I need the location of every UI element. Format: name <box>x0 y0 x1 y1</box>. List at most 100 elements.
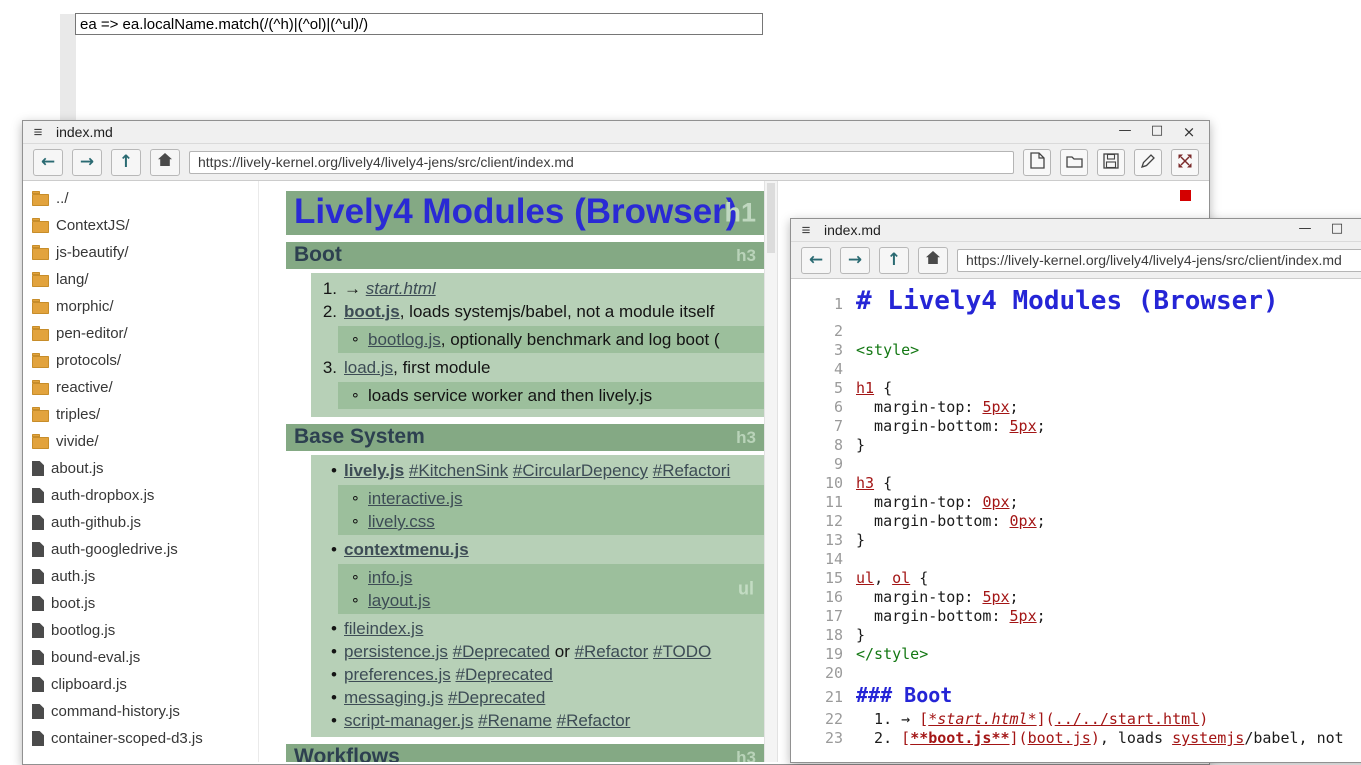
window-menu-icon[interactable]: ≡ <box>797 222 815 239</box>
up-button[interactable]: ↑ <box>879 247 909 274</box>
home-button[interactable] <box>150 149 180 176</box>
editor-line[interactable]: 3<style> <box>799 341 1361 360</box>
editor-line[interactable]: 4 <box>799 360 1361 379</box>
md-link[interactable]: #Deprecated <box>453 642 550 661</box>
editor-line[interactable]: 20 <box>799 664 1361 683</box>
forward-button[interactable]: → <box>72 149 102 176</box>
editor-line[interactable]: 22 1. → [*start.html*](../../start.html) <box>799 710 1361 729</box>
edit-button[interactable] <box>1134 149 1162 176</box>
editor-line[interactable]: 5h1 { <box>799 379 1361 398</box>
save-button[interactable] <box>1097 149 1125 176</box>
folder-item[interactable]: triples/ <box>23 401 258 428</box>
open-folder-button[interactable] <box>1060 149 1088 176</box>
folder-item[interactable]: vivide/ <box>23 428 258 455</box>
window-menu-icon[interactable]: ≡ <box>29 124 47 141</box>
md-link[interactable]: #Refactor <box>575 642 649 661</box>
vertical-scrollbar[interactable] <box>764 181 778 762</box>
file-item[interactable]: about.js <box>23 455 258 482</box>
md-link[interactable]: layout.js <box>368 591 430 610</box>
maximize-button[interactable]: □ <box>1323 221 1351 239</box>
editor-line[interactable]: 1# Lively4 Modules (Browser) <box>799 283 1361 322</box>
back-button[interactable]: ← <box>33 149 63 176</box>
back-button[interactable]: ← <box>801 247 831 274</box>
md-link[interactable]: #TODO <box>653 642 711 661</box>
folder-item[interactable]: pen-editor/ <box>23 320 258 347</box>
file-item[interactable]: command-history.js <box>23 698 258 725</box>
close-button[interactable]: × <box>1355 221 1361 239</box>
editor-line[interactable]: 23 2. [**boot.js**](boot.js), loads syst… <box>799 729 1361 748</box>
folder-item[interactable]: ContextJS/ <box>23 212 258 239</box>
folder-item[interactable]: lang/ <box>23 266 258 293</box>
md-link[interactable]: bootlog.js <box>368 330 441 349</box>
md-link[interactable]: #Refactor <box>557 711 631 730</box>
home-button[interactable] <box>918 247 948 274</box>
md-link[interactable]: contextmenu.js <box>344 540 469 559</box>
editor-line[interactable]: 2 <box>799 322 1361 341</box>
md-link[interactable]: fileindex.js <box>344 619 423 638</box>
editor-line[interactable]: 19</style> <box>799 645 1361 664</box>
md-link[interactable]: #Deprecated <box>448 688 545 707</box>
folder-item[interactable]: ../ <box>23 185 258 212</box>
editor-line[interactable]: 13} <box>799 531 1361 550</box>
file-item[interactable]: auth-googledrive.js <box>23 536 258 563</box>
md-link[interactable]: load.js <box>344 358 393 377</box>
line-number: 7 <box>799 417 856 436</box>
list-marker: ∘ <box>338 328 360 351</box>
list-item: •script-manager.js #Rename #Refactor <box>311 709 764 732</box>
element-filter-input[interactable] <box>75 13 763 35</box>
file-item[interactable]: auth.js <box>23 563 258 590</box>
editor-line[interactable]: 6 margin-top: 5px; <box>799 398 1361 417</box>
md-link[interactable]: boot.js <box>344 302 400 321</box>
file-item[interactable]: bound-eval.js <box>23 644 258 671</box>
editor-line[interactable]: 14 <box>799 550 1361 569</box>
folder-item[interactable]: reactive/ <box>23 374 258 401</box>
minimize-button[interactable]: — <box>1111 123 1139 141</box>
file-item[interactable]: auth-dropbox.js <box>23 482 258 509</box>
md-link[interactable]: info.js <box>368 568 412 587</box>
editor-line[interactable]: 12 margin-bottom: 0px; <box>799 512 1361 531</box>
editor-line[interactable]: 8} <box>799 436 1361 455</box>
editor-line[interactable]: 9 <box>799 455 1361 474</box>
url-input[interactable] <box>189 151 1014 174</box>
editor-line[interactable]: 21### Boot <box>799 683 1361 710</box>
close-button[interactable]: × <box>1175 123 1203 141</box>
up-button[interactable]: ↑ <box>111 149 141 176</box>
md-link[interactable]: interactive.js <box>368 489 462 508</box>
file-item[interactable]: boot.js <box>23 590 258 617</box>
fullscreen-button[interactable] <box>1171 149 1199 176</box>
md-link[interactable]: preferences.js <box>344 665 451 684</box>
maximize-button[interactable]: □ <box>1143 123 1171 141</box>
md-link[interactable]: start.html <box>366 279 436 298</box>
md-link[interactable]: #KitchenSink <box>409 461 508 480</box>
md-link[interactable]: script-manager.js <box>344 711 473 730</box>
editor-lines[interactable]: 1# Lively4 Modules (Browser)23<style>45h… <box>791 279 1361 760</box>
md-link[interactable]: lively.css <box>368 512 435 531</box>
list-marker: ∘ <box>338 510 360 533</box>
editor-line[interactable]: 11 margin-top: 0px; <box>799 493 1361 512</box>
md-link[interactable]: #Rename <box>478 711 552 730</box>
md-link[interactable]: lively.js <box>344 461 404 480</box>
file-item[interactable]: clipboard.js <box>23 671 258 698</box>
file-item[interactable]: bootlog.js <box>23 617 258 644</box>
url-input[interactable] <box>957 249 1361 272</box>
md-link[interactable]: #Deprecated <box>456 665 553 684</box>
folder-item[interactable]: protocols/ <box>23 347 258 374</box>
folder-item[interactable]: js-beautify/ <box>23 239 258 266</box>
minimize-button[interactable]: — <box>1291 221 1319 239</box>
new-file-button[interactable] <box>1023 149 1051 176</box>
editor-line[interactable]: 15ul, ol { <box>799 569 1361 588</box>
editor-line[interactable]: 18} <box>799 626 1361 645</box>
editor-line[interactable]: 16 margin-top: 5px; <box>799 588 1361 607</box>
folder-item[interactable]: morphic/ <box>23 293 258 320</box>
nested-ul-block: ∘interactive.js∘lively.css <box>338 485 764 535</box>
editor-line[interactable]: 10h3 { <box>799 474 1361 493</box>
md-link[interactable]: persistence.js <box>344 642 448 661</box>
file-item[interactable]: auth-github.js <box>23 509 258 536</box>
editor-line[interactable]: 7 margin-bottom: 5px; <box>799 417 1361 436</box>
md-link[interactable]: #Refactori <box>653 461 730 480</box>
editor-line[interactable]: 17 margin-bottom: 5px; <box>799 607 1361 626</box>
file-icon <box>32 488 44 503</box>
forward-button[interactable]: → <box>840 247 870 274</box>
md-link[interactable]: #CircularDepency <box>513 461 648 480</box>
md-link[interactable]: messaging.js <box>344 688 443 707</box>
